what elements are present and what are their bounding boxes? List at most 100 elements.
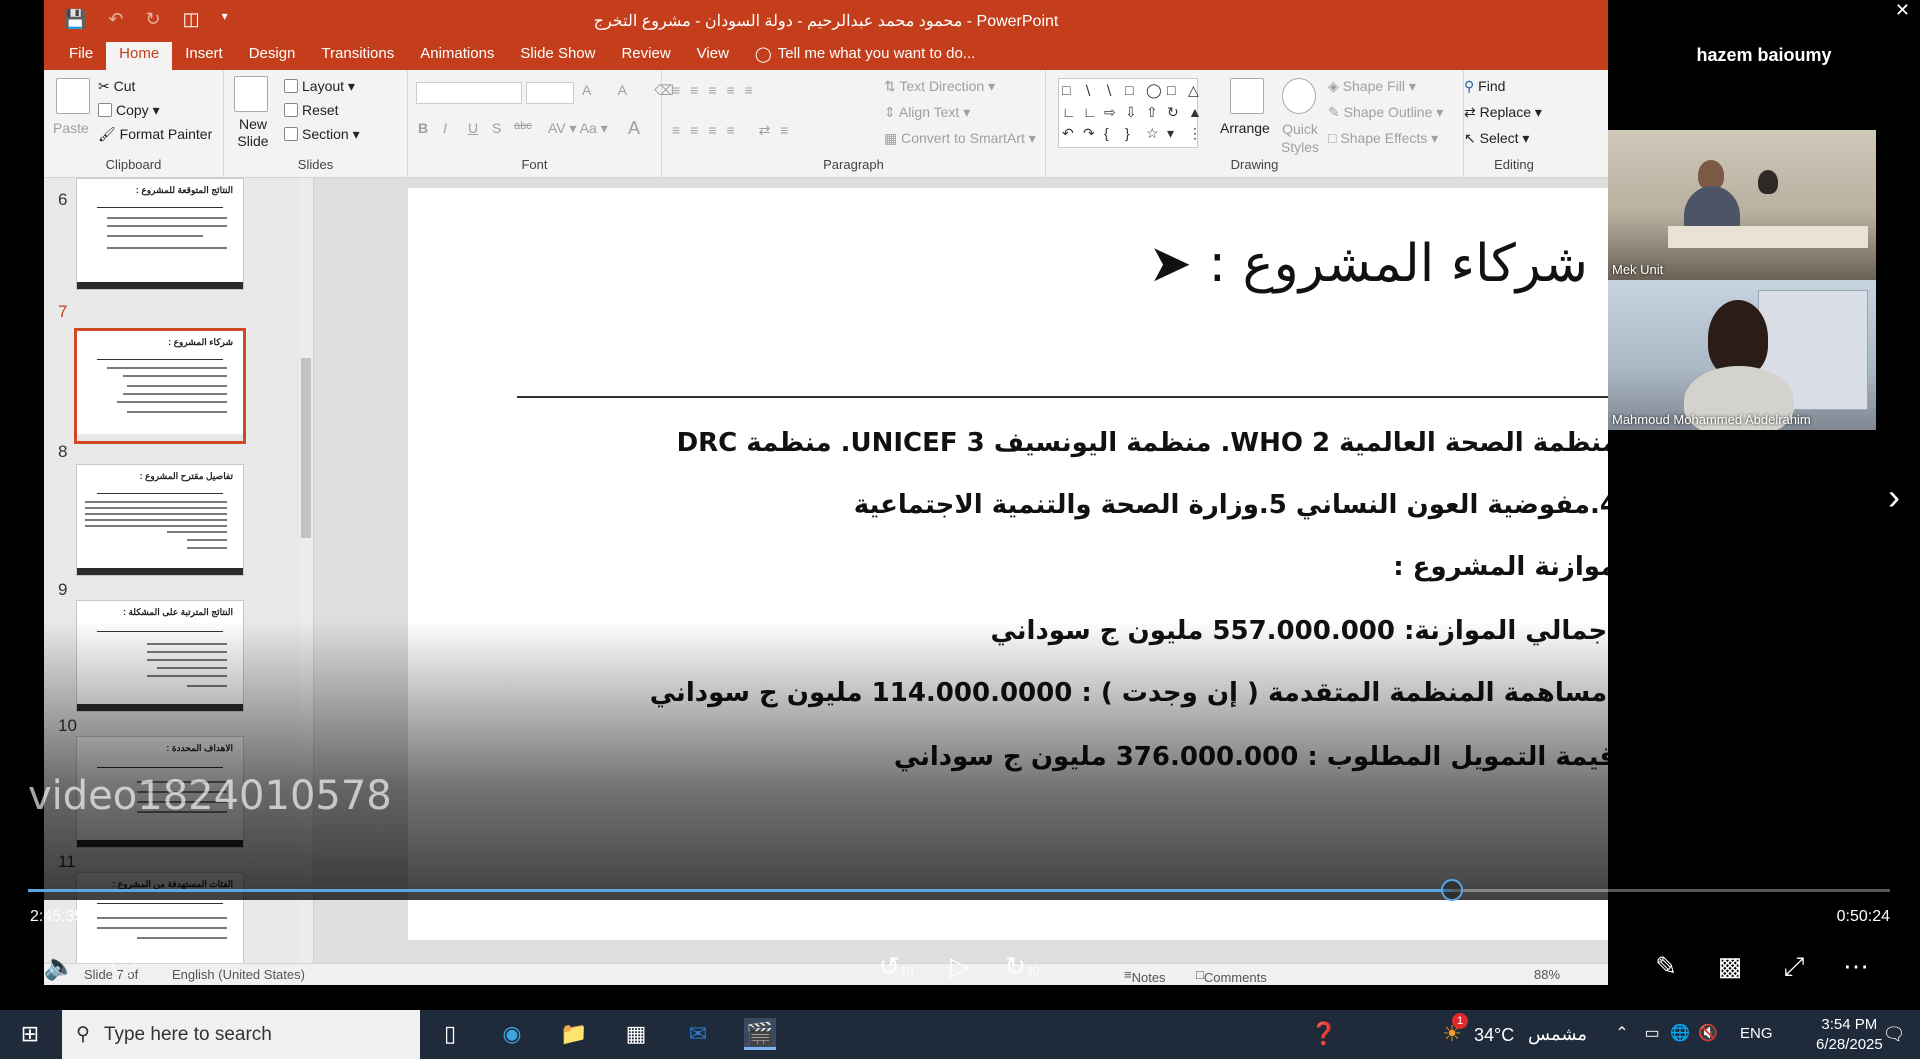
cut-button[interactable]: ✂ Cut — [98, 78, 135, 95]
tab-file[interactable]: File — [56, 42, 106, 70]
slide-thumbnail-9[interactable]: النتائج المترتبة على المشكلة : — [76, 600, 244, 712]
picture-in-picture-icon[interactable]: ▩ — [1710, 948, 1750, 984]
pen-icon: ✎ — [1328, 104, 1340, 120]
arrange-icon[interactable] — [1230, 78, 1264, 114]
reset-button[interactable]: Reset — [284, 102, 339, 118]
tab-transitions[interactable]: Transitions — [308, 42, 407, 70]
paste-button[interactable]: Paste — [53, 120, 89, 136]
shapes-gallery[interactable]: □ ∖ ∖ □ ◯ □ △ ∟ ∟ ⇨ ⇩ ⇧ ↻ ▲ ↶ ↷{} ☆ ▾ ⋮ — [1058, 78, 1202, 148]
skip-back-button[interactable]: ↺10 — [876, 948, 916, 984]
scissors-icon: ✂ — [98, 78, 110, 94]
align-text-icon: ⇕ — [884, 104, 896, 120]
bold-button[interactable]: B — [418, 120, 428, 136]
shape-outline-button[interactable]: ✎ Shape Outline ▾ — [1328, 104, 1443, 121]
find-button[interactable]: ⚲ Find — [1464, 78, 1505, 95]
copy-icon — [98, 103, 112, 117]
align-icons[interactable]: ≡≡≡≡ ⇄≡ — [672, 122, 798, 139]
tab-slide-show[interactable]: Slide Show — [507, 42, 608, 70]
notes-button[interactable]: ≡ Notes — [1124, 967, 1166, 985]
more-options-icon[interactable]: ⋯ — [1836, 948, 1876, 984]
slide-thumbnail-7[interactable]: شركاء المشروع : — [74, 328, 246, 444]
format-painter-button[interactable]: 🖌 Format Painter — [98, 126, 212, 143]
taskbar-search[interactable]: ⚲ Type here to search — [62, 1010, 420, 1059]
comments-button[interactable]: □ Comments — [1196, 967, 1267, 985]
language-status[interactable]: English (United States) — [172, 967, 305, 982]
tab-review[interactable]: Review — [608, 42, 683, 70]
section-button[interactable]: Section ▾ — [284, 126, 360, 143]
progress-fill — [28, 889, 1452, 892]
next-chevron-icon[interactable]: › — [1888, 476, 1900, 518]
notifications-icon[interactable]: 🗨 — [1878, 1018, 1910, 1050]
task-view-icon[interactable]: ▯ — [434, 1018, 466, 1050]
tab-view[interactable]: View — [684, 42, 742, 70]
edge-icon[interactable]: ◉ — [496, 1018, 528, 1050]
slide-thumbnail-8[interactable]: تفاصيل مقترح المشروع : — [76, 464, 244, 576]
tab-home[interactable]: Home — [106, 42, 173, 70]
skip-forward-button[interactable]: ↻30 — [1002, 948, 1042, 984]
italic-button[interactable]: I — [443, 120, 447, 136]
tell-me-box[interactable]: ◯ Tell me what you want to do... — [742, 42, 988, 70]
store-icon[interactable]: ▦ — [620, 1018, 652, 1050]
font-size-box[interactable] — [526, 82, 574, 104]
slide-thumbnail-11[interactable]: الفئات المستهدفة من المشروع : — [76, 872, 244, 963]
layout-button[interactable]: Layout ▾ — [284, 78, 355, 95]
elapsed-time: 2:45:35 — [30, 908, 84, 925]
paste-icon[interactable] — [56, 78, 90, 114]
list-icons[interactable]: ≡≡≡≡≡ — [672, 82, 763, 98]
slides-group: New Slide Layout ▾ Reset Section ▾ Slide… — [224, 70, 408, 178]
replace-button[interactable]: ⇄ Replace ▾ — [1464, 104, 1542, 121]
slide-thumbnail-6[interactable]: النتائج المتوقعة للمشروع : — [76, 178, 244, 290]
strikethrough-button[interactable]: abc — [514, 120, 532, 132]
scrollbar-thumb[interactable] — [301, 358, 311, 538]
participant-tile[interactable]: Mahmoud Mohammed Abdelrahim — [1608, 280, 1876, 430]
shape-fill-button[interactable]: ◈ Shape Fill ▾ — [1328, 78, 1416, 95]
font-label: Font — [521, 157, 548, 172]
chevron-up-icon[interactable]: ⌃ — [1606, 1018, 1638, 1050]
spacing-icon[interactable]: AV ▾ Aa ▾ — [548, 120, 608, 137]
align-text-button[interactable]: ⇕ Align Text ▾ — [884, 104, 970, 121]
outlook-icon[interactable]: ✉ — [682, 1018, 714, 1050]
close-icon[interactable]: ✕ — [1895, 0, 1910, 21]
weather-description: مشمس — [1528, 1024, 1588, 1044]
fullscreen-icon[interactable]: ⤢ — [1774, 948, 1814, 984]
font-name-box[interactable] — [416, 82, 522, 104]
shadow-button[interactable]: S — [492, 120, 501, 136]
input-language[interactable]: ENG — [1740, 1025, 1773, 1042]
quick-styles-button[interactable]: Quick Styles — [1278, 120, 1322, 156]
thumbnail-scrollbar[interactable] — [299, 178, 313, 963]
participant-tile[interactable]: Mek Unit — [1608, 130, 1876, 280]
clock-date: 6/28/2025 — [1816, 1036, 1883, 1053]
new-slide-icon[interactable] — [234, 76, 268, 112]
convert-smartart-button[interactable]: ▦ Convert to SmartArt ▾ — [884, 130, 1036, 147]
play-icon[interactable]: ▷ — [940, 948, 980, 984]
captions-icon[interactable]: 🗨 — [104, 948, 144, 984]
current-slide[interactable]: شركاء المشروع : ➤ منظمة الصحة العالمية W… — [408, 188, 1608, 940]
arrange-button[interactable]: Arrange — [1220, 120, 1270, 136]
volume-muted-icon[interactable]: 🔇 — [1692, 1018, 1724, 1050]
select-button[interactable]: ↖ Select ▾ — [1464, 130, 1529, 147]
tab-animations[interactable]: Animations — [407, 42, 507, 70]
progress-knob[interactable] — [1440, 879, 1463, 901]
help-icon[interactable]: ❓ — [1308, 1018, 1340, 1050]
effects-icon: □ — [1328, 130, 1337, 146]
text-direction-button[interactable]: ⇅ Text Direction ▾ — [884, 78, 995, 95]
media-player-icon[interactable]: 🎬 — [744, 1018, 776, 1050]
new-slide-button[interactable]: New Slide — [232, 116, 274, 150]
partners-line-2: 4.مفوضية العون النساني 5.وزارة الصحة وال… — [853, 490, 1608, 520]
shape-effects-button[interactable]: □ Shape Effects ▾ — [1328, 130, 1438, 147]
windows-start-icon[interactable]: ⊞ — [14, 1018, 46, 1050]
video-progress-bar[interactable] — [28, 879, 1890, 901]
underline-button[interactable]: U — [468, 120, 478, 136]
volume-icon[interactable]: 🔈 — [40, 948, 80, 984]
font-color-icon[interactable]: A — [628, 118, 640, 139]
pen-icon[interactable]: ✎ — [1646, 948, 1686, 984]
quick-styles-icon[interactable] — [1282, 78, 1316, 114]
tab-insert[interactable]: Insert — [172, 42, 236, 70]
file-explorer-icon[interactable]: 📁 — [558, 1018, 590, 1050]
zoom-level[interactable]: 88% — [1534, 967, 1560, 982]
tab-design[interactable]: Design — [236, 42, 309, 70]
system-clock[interactable]: 3:54 PM 6/28/2025 — [1816, 1015, 1883, 1055]
notification-badge: 1 — [1452, 1013, 1468, 1029]
slide-title: شركاء المشروع : ➤ — [1148, 234, 1588, 294]
copy-button[interactable]: Copy ▾ — [98, 102, 160, 119]
